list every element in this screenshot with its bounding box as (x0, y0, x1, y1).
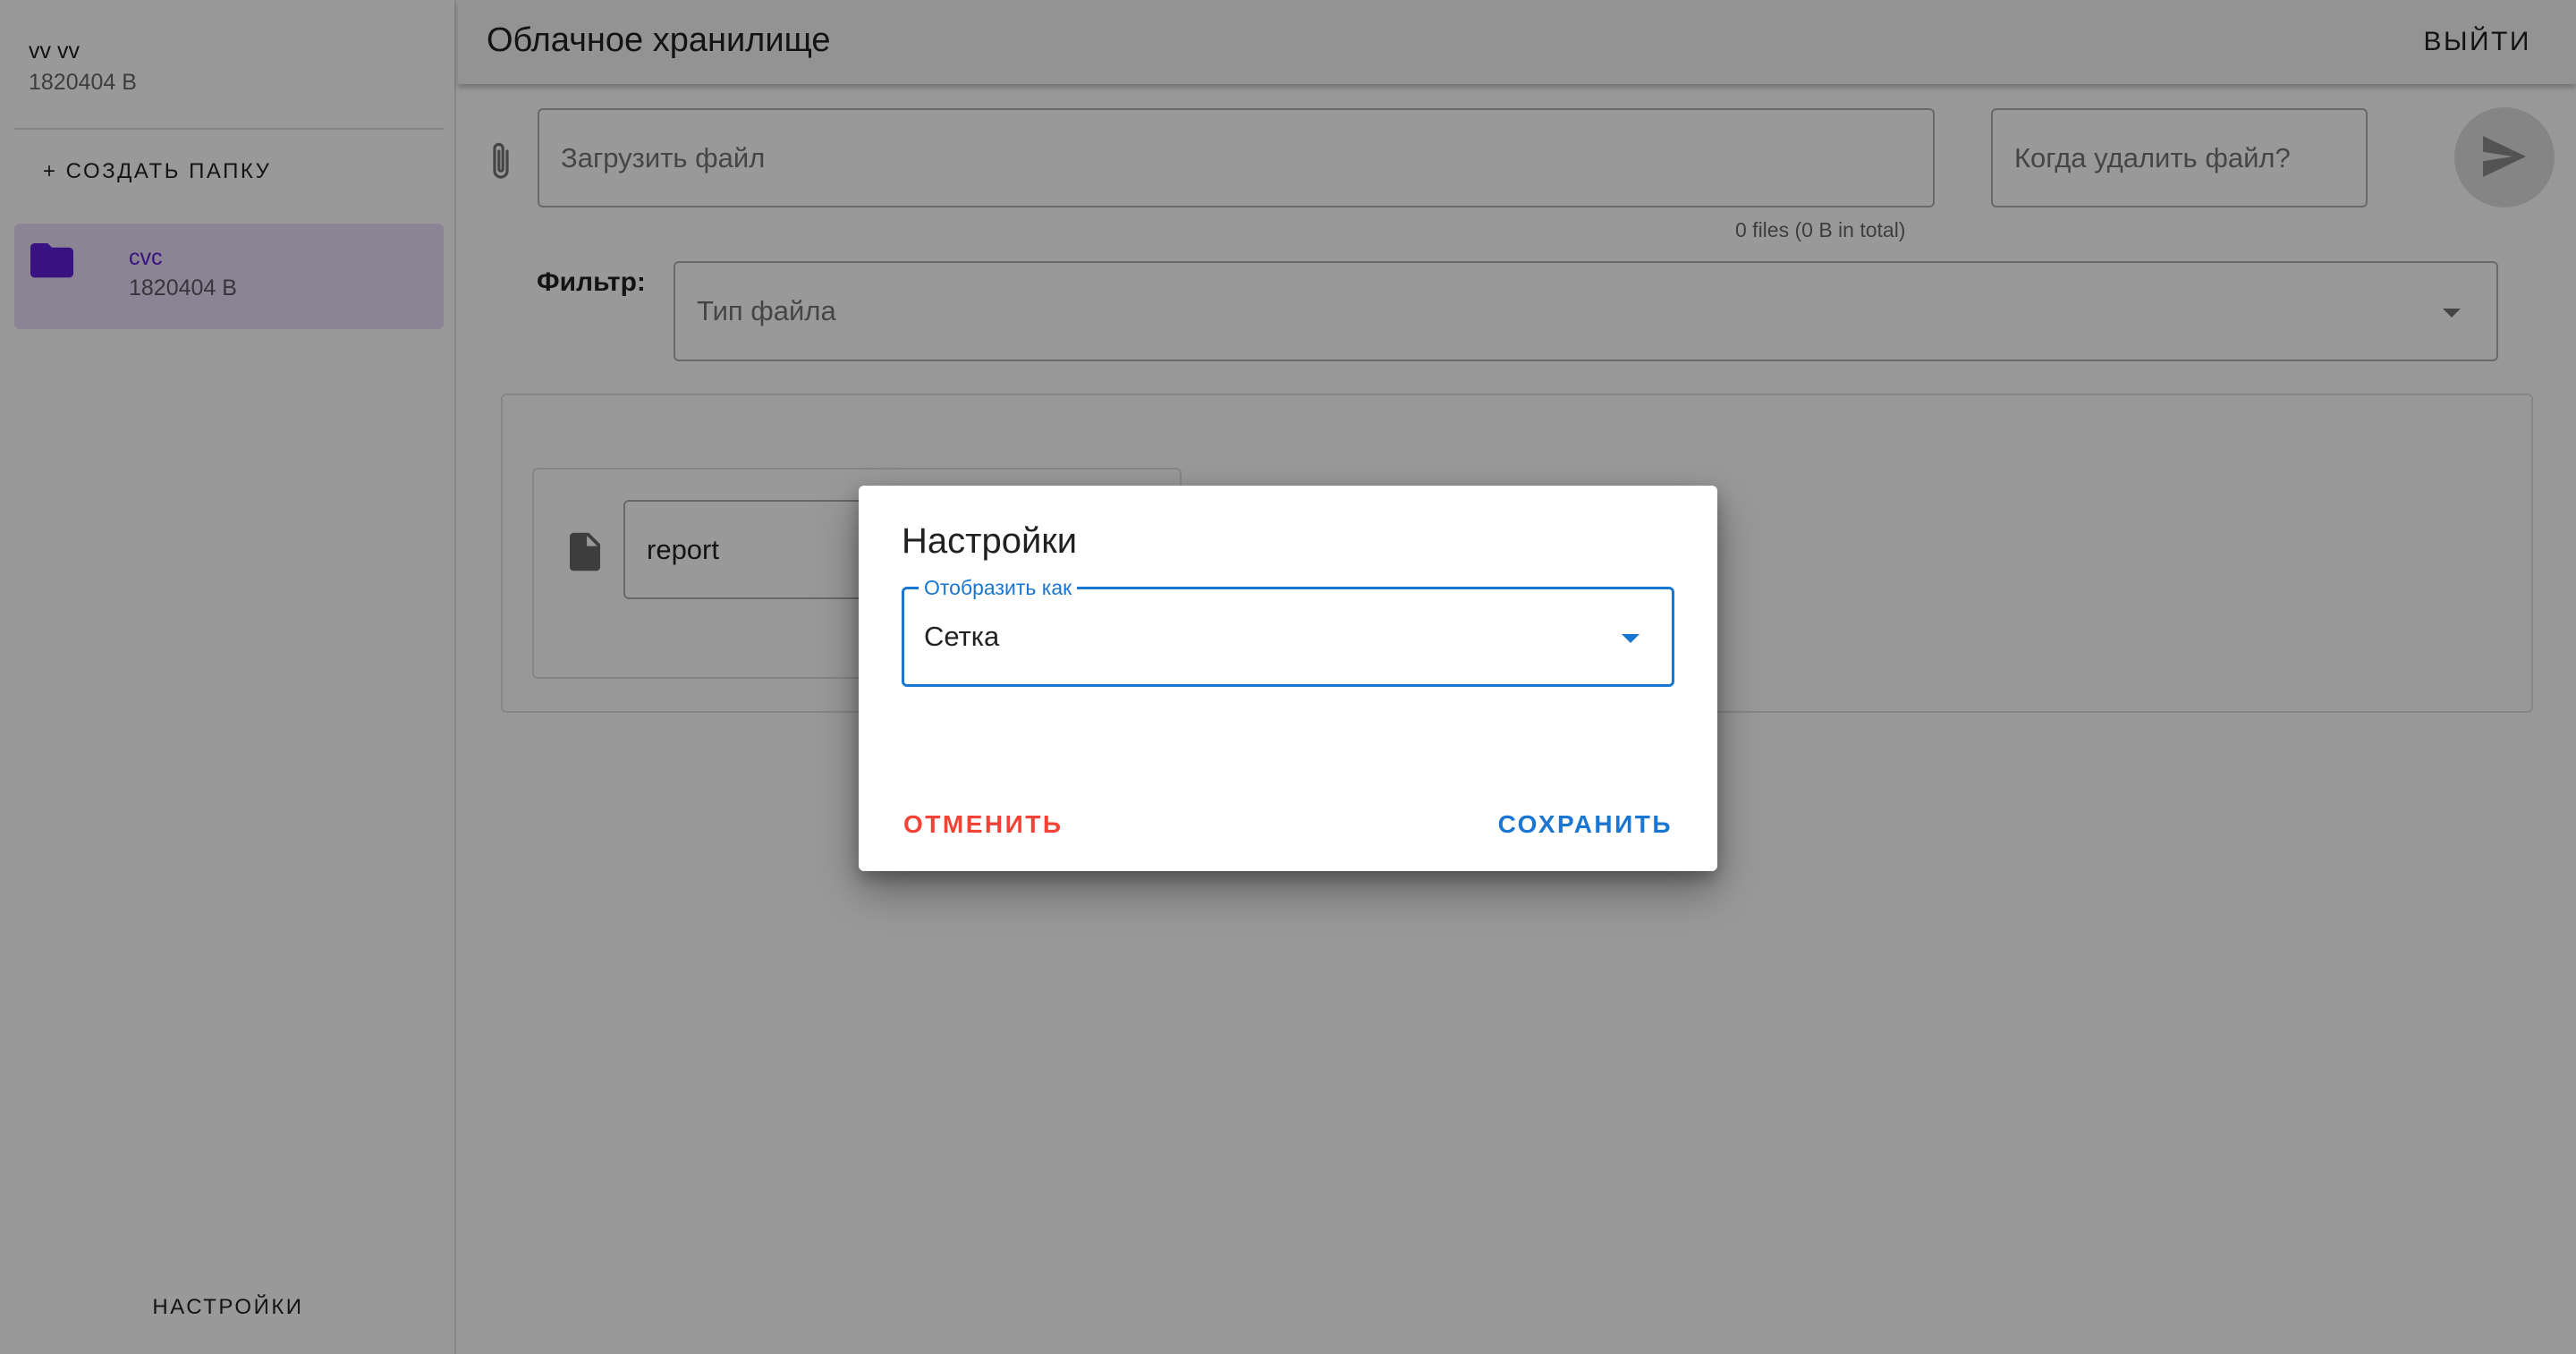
display-mode-value: Сетка (924, 621, 1000, 652)
dialog-title: Настройки (902, 521, 1078, 561)
cancel-button[interactable]: ОТМЕНИТЬ (903, 810, 1063, 839)
chevron-down-icon (1622, 634, 1640, 643)
settings-dialog: Настройки Отобразить как Сетка ОТМЕНИТЬ … (859, 486, 1717, 871)
display-mode-select[interactable]: Отобразить как Сетка (902, 576, 1674, 687)
app-root: vv vv 1820404 B + СОЗДАТЬ ПАПКУ cvc 1820… (0, 0, 2576, 1354)
save-button[interactable]: СОХРАНИТЬ (1498, 810, 1673, 839)
